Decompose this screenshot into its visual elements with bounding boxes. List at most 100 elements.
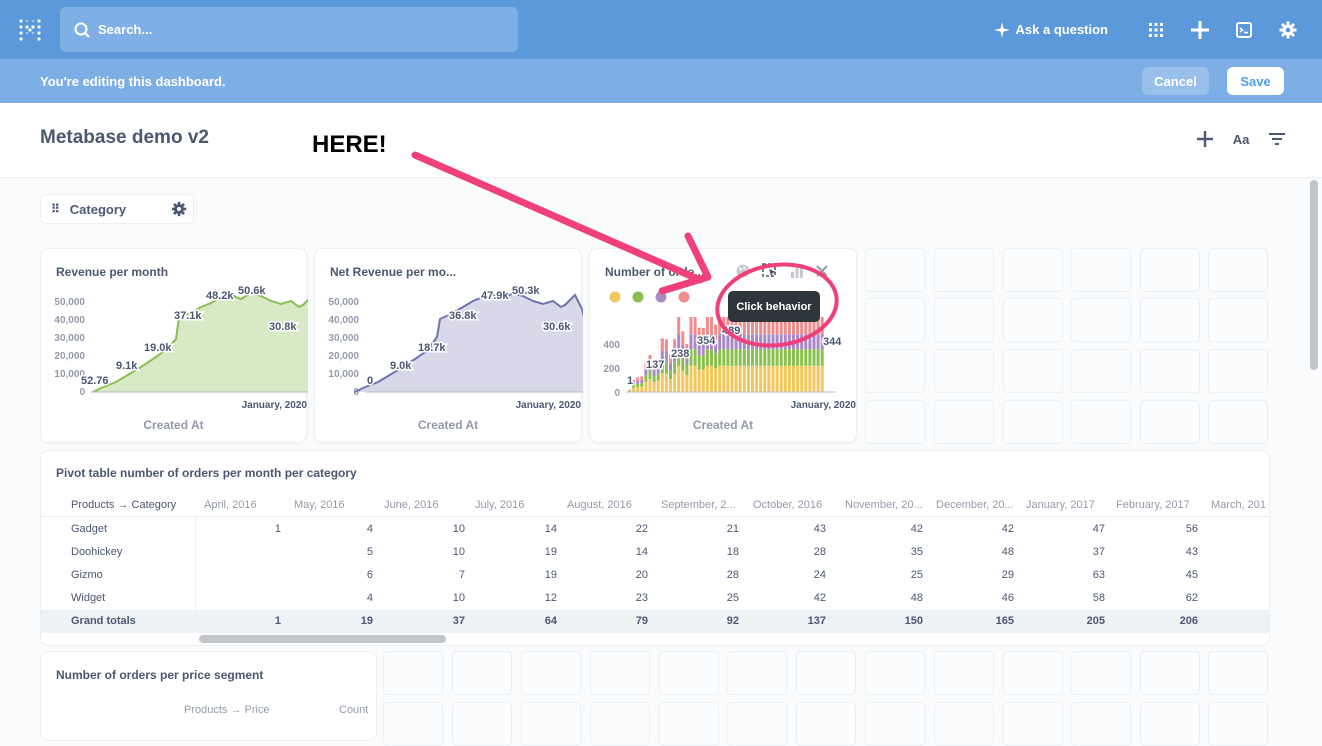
bar-segment <box>649 371 652 379</box>
y-tick: 400 <box>603 340 620 351</box>
orders-card[interactable]: Number of orde... 400 200 0 January, 202… <box>589 248 857 443</box>
table-cell: 64 <box>517 615 557 627</box>
x-tick: January, 2020 <box>516 400 582 411</box>
bar-segment <box>813 366 816 392</box>
grand-totals-row: Grand totals11937647992137150165205206 <box>41 610 1270 633</box>
horizontal-scrollbar[interactable] <box>199 635 446 643</box>
empty-grid-cell <box>727 651 787 695</box>
text-card-button[interactable]: Aa <box>1230 128 1252 150</box>
bar-segment <box>636 384 639 387</box>
price-segment-card[interactable]: Number of orders per price segment Produ… <box>40 651 377 741</box>
empty-grid-cell <box>1208 349 1268 393</box>
bar-segment <box>747 366 750 392</box>
empty-grid-cell <box>1140 248 1200 292</box>
column-header[interactable]: March, 201 <box>1211 499 1266 511</box>
pivot-table-card[interactable]: Pivot table number of orders per month p… <box>40 450 1270 646</box>
bar-segment <box>763 334 766 349</box>
table-cell: 4 <box>333 523 373 535</box>
row-label[interactable]: Gizmo <box>71 569 103 581</box>
empty-grid-cell <box>1003 298 1063 342</box>
add-filter-button[interactable] <box>1266 128 1288 150</box>
edit-mode-bar: You're editing this dashboard. Cancel Sa… <box>0 59 1322 103</box>
bar-segment <box>706 349 709 366</box>
palette-icon[interactable] <box>736 264 750 278</box>
bar-segment <box>772 334 775 349</box>
bar-segment <box>636 377 639 380</box>
column-header[interactable]: November, 20... <box>845 499 923 511</box>
row-label[interactable]: Widget <box>71 592 105 604</box>
bar-segment <box>644 375 647 381</box>
column-header[interactable]: Count <box>339 704 368 716</box>
browse-data-button[interactable] <box>1134 8 1178 52</box>
data-label: 238 <box>671 348 689 360</box>
bar-segment <box>739 366 742 392</box>
table-cell: 25 <box>699 592 739 604</box>
bar-segment <box>767 334 770 349</box>
table-cell: 48 <box>883 592 923 604</box>
column-header[interactable]: February, 2017 <box>1116 499 1190 511</box>
column-header[interactable]: January, 2017 <box>1026 499 1095 511</box>
table-row: Gadget14101422214342424756 <box>41 518 1270 541</box>
ask-question-button[interactable]: Ask a question <box>994 22 1108 38</box>
bar-segment <box>804 366 807 392</box>
settings-button[interactable] <box>1266 8 1310 52</box>
empty-grid-cell <box>1140 400 1200 444</box>
bar-segment <box>677 334 680 349</box>
column-header[interactable]: September, 2... <box>661 499 736 511</box>
column-header[interactable]: October, 2016 <box>753 499 822 511</box>
drag-handle-icon[interactable]: ⠿ <box>51 202 60 216</box>
metabase-logo[interactable] <box>18 18 42 42</box>
y-tick: 0 <box>353 387 359 398</box>
bar-segment <box>751 334 754 349</box>
sparkle-icon <box>994 22 1010 38</box>
table-cell: 14 <box>608 546 648 558</box>
category-filter[interactable]: ⠿ Category <box>40 194 194 224</box>
column-header[interactable]: May, 2016 <box>294 499 345 511</box>
row-label[interactable]: Doohickey <box>71 546 122 558</box>
column-header[interactable]: July, 2016 <box>475 499 524 511</box>
column-header[interactable]: Products → Price <box>184 704 270 716</box>
bar-segment <box>743 366 746 392</box>
bar-segment <box>706 317 709 334</box>
table-cell: 43 <box>1158 546 1198 558</box>
sql-editor-button[interactable] <box>1222 8 1266 52</box>
close-icon[interactable] <box>816 265 828 277</box>
terminal-icon <box>1236 22 1252 38</box>
new-button[interactable] <box>1178 8 1222 52</box>
empty-grid-cell <box>1071 702 1131 746</box>
legend-dot <box>633 292 644 303</box>
click-behavior-icon[interactable] <box>762 263 778 279</box>
bar-segment <box>681 371 684 392</box>
row-label[interactable]: Gadget <box>71 523 107 535</box>
cancel-button[interactable]: Cancel <box>1142 67 1209 95</box>
column-header[interactable]: December, 20... <box>936 499 1014 511</box>
save-button[interactable]: Save <box>1227 67 1284 95</box>
table-cell: 23 <box>608 592 648 604</box>
gear-icon[interactable] <box>171 201 187 217</box>
column-header[interactable]: April, 2016 <box>204 499 257 511</box>
add-card-button[interactable] <box>1194 128 1216 150</box>
vertical-scrollbar[interactable] <box>1310 180 1318 370</box>
bar-segment <box>661 338 664 350</box>
bar-segment <box>694 349 697 366</box>
table-cell: 56 <box>1158 523 1198 535</box>
column-header[interactable]: June, 2016 <box>384 499 438 511</box>
column-header[interactable]: August, 2016 <box>567 499 632 511</box>
table-cell: 1 <box>241 523 281 535</box>
empty-grid-cell <box>934 248 994 292</box>
x-tick: January, 2020 <box>791 400 857 411</box>
table-cell: 24 <box>786 569 826 581</box>
dashboard-title[interactable]: Metabase demo v2 <box>40 127 209 149</box>
data-label: 0 <box>367 375 373 387</box>
bar-segment <box>636 387 639 392</box>
table-cell: 79 <box>608 615 648 627</box>
visualization-icon[interactable] <box>790 264 804 278</box>
empty-grid-cell <box>865 248 925 292</box>
y-tick: 30,000 <box>54 333 85 344</box>
table-cell: 20 <box>608 569 648 581</box>
corner-header[interactable]: Products → Category <box>71 499 176 511</box>
table-cell: 19 <box>517 569 557 581</box>
revenue-card[interactable]: Revenue per month 50,000 40,000 30,000 2… <box>40 248 307 443</box>
net-revenue-card[interactable]: Net Revenue per mo... 50,000 40,000 30,0… <box>314 248 582 443</box>
search-input[interactable]: Search... <box>60 7 518 52</box>
